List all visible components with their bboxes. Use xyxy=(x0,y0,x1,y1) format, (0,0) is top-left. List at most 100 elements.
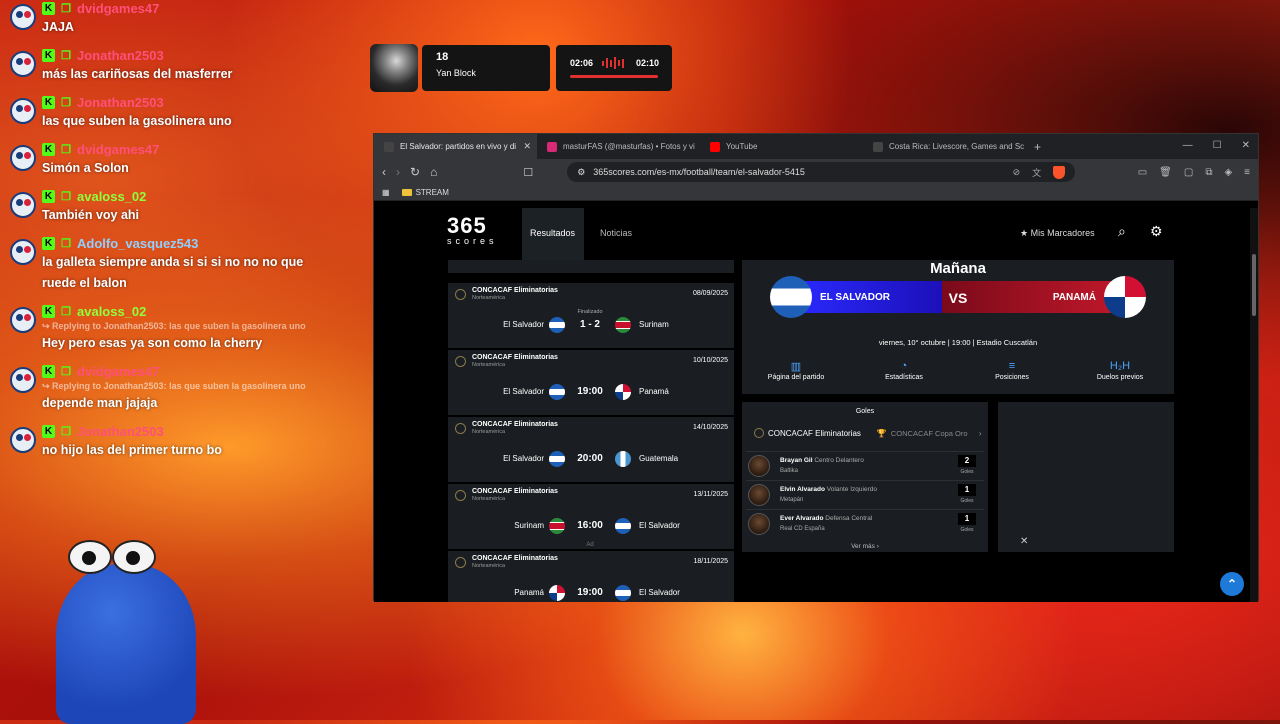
close-tab-icon[interactable]: ✕ xyxy=(523,141,531,152)
site-info-icon[interactable]: ⚙ xyxy=(577,167,585,178)
match-date: 10/10/2025 xyxy=(692,357,728,364)
page-scrollbar[interactable] xyxy=(1250,208,1258,602)
chat-username[interactable]: avaloss_02 xyxy=(77,189,146,204)
top-scorer-row[interactable]: Elvin Alvarado Volante Izquierdo Metapán 1… xyxy=(746,480,984,508)
maximize-button[interactable]: ☐ xyxy=(1213,140,1222,151)
chat-message: K ❒ Jonathan2503 las que suben la gasoliner… xyxy=(8,94,338,132)
player-goals: 1 xyxy=(958,484,976,496)
gift-badge-icon: ❒ xyxy=(61,3,71,15)
tracking-icon[interactable]: ⊘ xyxy=(1013,167,1021,178)
search-icon[interactable]: ⌕ xyxy=(1118,223,1126,240)
match-row[interactable]: CONCACAF Eliminatorias Norteamérica 10/10/… xyxy=(448,350,734,415)
player-name: Ever Alvarado xyxy=(780,515,824,522)
chat-username[interactable]: avaloss_02 xyxy=(77,304,146,319)
gift-badge-icon: ❒ xyxy=(61,144,71,156)
back-icon[interactable]: ‹ xyxy=(382,165,386,179)
player-name: Elvin Alvarado xyxy=(780,486,825,493)
bookmark-folder-stream[interactable]: STREAM xyxy=(401,188,449,197)
match-row[interactable]: CONCACAF Eliminatorias Norteamérica 18/11/… xyxy=(448,551,734,602)
match-action-button[interactable]: ≡ Posiciones xyxy=(962,360,1062,381)
site-logo[interactable]: 365 scores xyxy=(447,215,498,247)
waveform-icon xyxy=(602,57,626,69)
chat-text: no hijo las del primer turno bo xyxy=(42,443,222,457)
user-avatar xyxy=(10,367,36,393)
page-content: 365 scores Resultados Noticias ★ Mis Mar… xyxy=(374,208,1252,602)
player-avatar xyxy=(748,484,770,506)
apps-icon[interactable]: ▦ xyxy=(382,188,390,197)
translate-icon[interactable]: 文 xyxy=(1032,166,1041,179)
chevron-right-icon[interactable]: › xyxy=(979,429,982,438)
scroll-top-button[interactable]: ⌃ xyxy=(1220,572,1244,596)
browser-tab[interactable]: masturFAS (@masturfas) • Fotos y vi xyxy=(537,134,700,159)
my-scores-link[interactable]: ★ Mis Marcadores xyxy=(1020,228,1095,239)
match-row[interactable]: CONCACAF Eliminatorias Norteamérica 08/09/… xyxy=(448,283,734,348)
match-list: CONCACAF Eliminatorias Norteamérica 08/09/… xyxy=(448,260,734,602)
chat-username[interactable]: Jonathan2503 xyxy=(77,424,164,439)
ad-box: ✕ xyxy=(998,402,1174,552)
chat-message: K ❒ Adolfo_vasquez543 la galleta siempre an… xyxy=(8,235,338,294)
home-flag xyxy=(549,384,565,400)
home-flag xyxy=(549,585,565,601)
tab-label: El Salvador: partidos en vivo y di xyxy=(400,142,517,151)
chat-username[interactable]: Jonathan2503 xyxy=(77,95,164,110)
reply-context: ↪ Replying to Jonathan2503: las que sube… xyxy=(42,381,306,391)
new-tab-button[interactable]: + xyxy=(1034,140,1041,154)
list-header-strip xyxy=(448,260,734,273)
minimize-button[interactable]: — xyxy=(1183,140,1193,151)
cast-icon[interactable]: ▢ xyxy=(1184,167,1193,178)
tab-results[interactable]: Resultados xyxy=(530,228,575,238)
match-date: 08/09/2025 xyxy=(692,290,728,297)
chat-username[interactable]: Adolfo_vasquez543 xyxy=(77,236,198,251)
chat-username[interactable]: dvidgames47 xyxy=(77,142,159,157)
browser-tab[interactable]: Costa Rica: Livescore, Games and Sc xyxy=(863,134,1026,159)
trophy-icon: 🏆 xyxy=(876,428,887,438)
top-scorer-row[interactable]: Brayan Gil Centro Delantero Baltika 2 Goles xyxy=(746,451,984,479)
brave-shield-icon[interactable] xyxy=(1053,165,1066,179)
trash-icon[interactable]: 🗑 xyxy=(1159,167,1172,178)
browser-tab[interactable]: YouTube xyxy=(700,134,863,159)
reload-icon[interactable]: ↻ xyxy=(410,165,420,179)
away-team: El Salvador xyxy=(639,521,680,530)
chat-username[interactable]: dvidgames47 xyxy=(77,1,159,16)
settings-gear-icon[interactable]: ⚙ xyxy=(1150,223,1163,240)
chat-message: K ❒ avaloss_02 ↪ Replying to Jonathan2503: … xyxy=(8,303,338,354)
browser-window: El Salvador: partidos en vivo y di ✕ mastu… xyxy=(373,133,1259,602)
tab-label: Costa Rica: Livescore, Games and Sc xyxy=(889,142,1025,151)
match-score: 20:00 xyxy=(577,453,603,464)
match-action-button[interactable]: ▥ Página del partido xyxy=(746,360,846,381)
browser-tab[interactable]: El Salvador: partidos en vivo y di ✕ xyxy=(374,134,537,159)
gift-badge-icon: ❒ xyxy=(61,191,71,203)
stats-icon: ◔ xyxy=(900,360,908,372)
tab-news[interactable]: Noticias xyxy=(600,228,632,238)
chat-username[interactable]: dvidgames47 xyxy=(77,364,159,379)
chat-message: K ❒ avaloss_02 También voy ahi xyxy=(8,188,338,226)
match-action-button[interactable]: ◔ Estadísticas xyxy=(854,360,954,381)
competition-2-name[interactable]: CONCACAF Copa Oro xyxy=(891,429,975,438)
next-match-card[interactable]: Mañana EL SALVADOR VS PANAMÁ viernes, 10… xyxy=(742,260,1174,394)
vs-label: VS xyxy=(948,290,968,306)
match-row[interactable]: CONCACAF Eliminatorias Norteamérica 14/10/… xyxy=(448,417,734,482)
match-action-button[interactable]: H₂H Duelos previos xyxy=(1070,360,1170,381)
user-avatar xyxy=(10,4,36,30)
vpn-icon[interactable]: ◈ xyxy=(1224,167,1232,178)
match-region: Norteamérica xyxy=(472,362,506,368)
see-more-link[interactable]: Ver más › xyxy=(742,543,988,550)
extensions-icon[interactable]: ⧉ xyxy=(1205,167,1212,178)
forward-icon[interactable]: › xyxy=(396,165,400,179)
kick-badge-icon: K xyxy=(42,365,55,378)
close-window-button[interactable]: ✕ xyxy=(1242,140,1250,151)
user-avatar xyxy=(10,51,36,77)
user-avatar xyxy=(10,239,36,265)
competition-selector[interactable]: CONCACAF Eliminatorias 🏆 CONCACAF Copa O… xyxy=(754,428,984,438)
bookmark-icon[interactable]: ☐ xyxy=(523,166,533,179)
tab-favicon-icon xyxy=(710,141,720,152)
close-ad-icon[interactable]: ✕ xyxy=(1020,536,1028,547)
elapsed-time: 02:06 xyxy=(570,58,594,68)
address-bar[interactable]: ⚙ 365scores.com/es-mx/football/team/el-s… xyxy=(567,162,1076,182)
menu-icon[interactable]: ≡ xyxy=(1244,167,1250,178)
top-scorer-row[interactable]: Ever Alvarado Defensa Central Real CD Esp… xyxy=(746,509,984,537)
chat-username[interactable]: Jonathan2503 xyxy=(77,48,164,63)
home-icon[interactable]: ⌂ xyxy=(430,165,437,179)
match-row[interactable]: CONCACAF Eliminatorias Norteamérica 13/11/… xyxy=(448,484,734,549)
reader-icon[interactable]: ▭ xyxy=(1138,167,1147,178)
